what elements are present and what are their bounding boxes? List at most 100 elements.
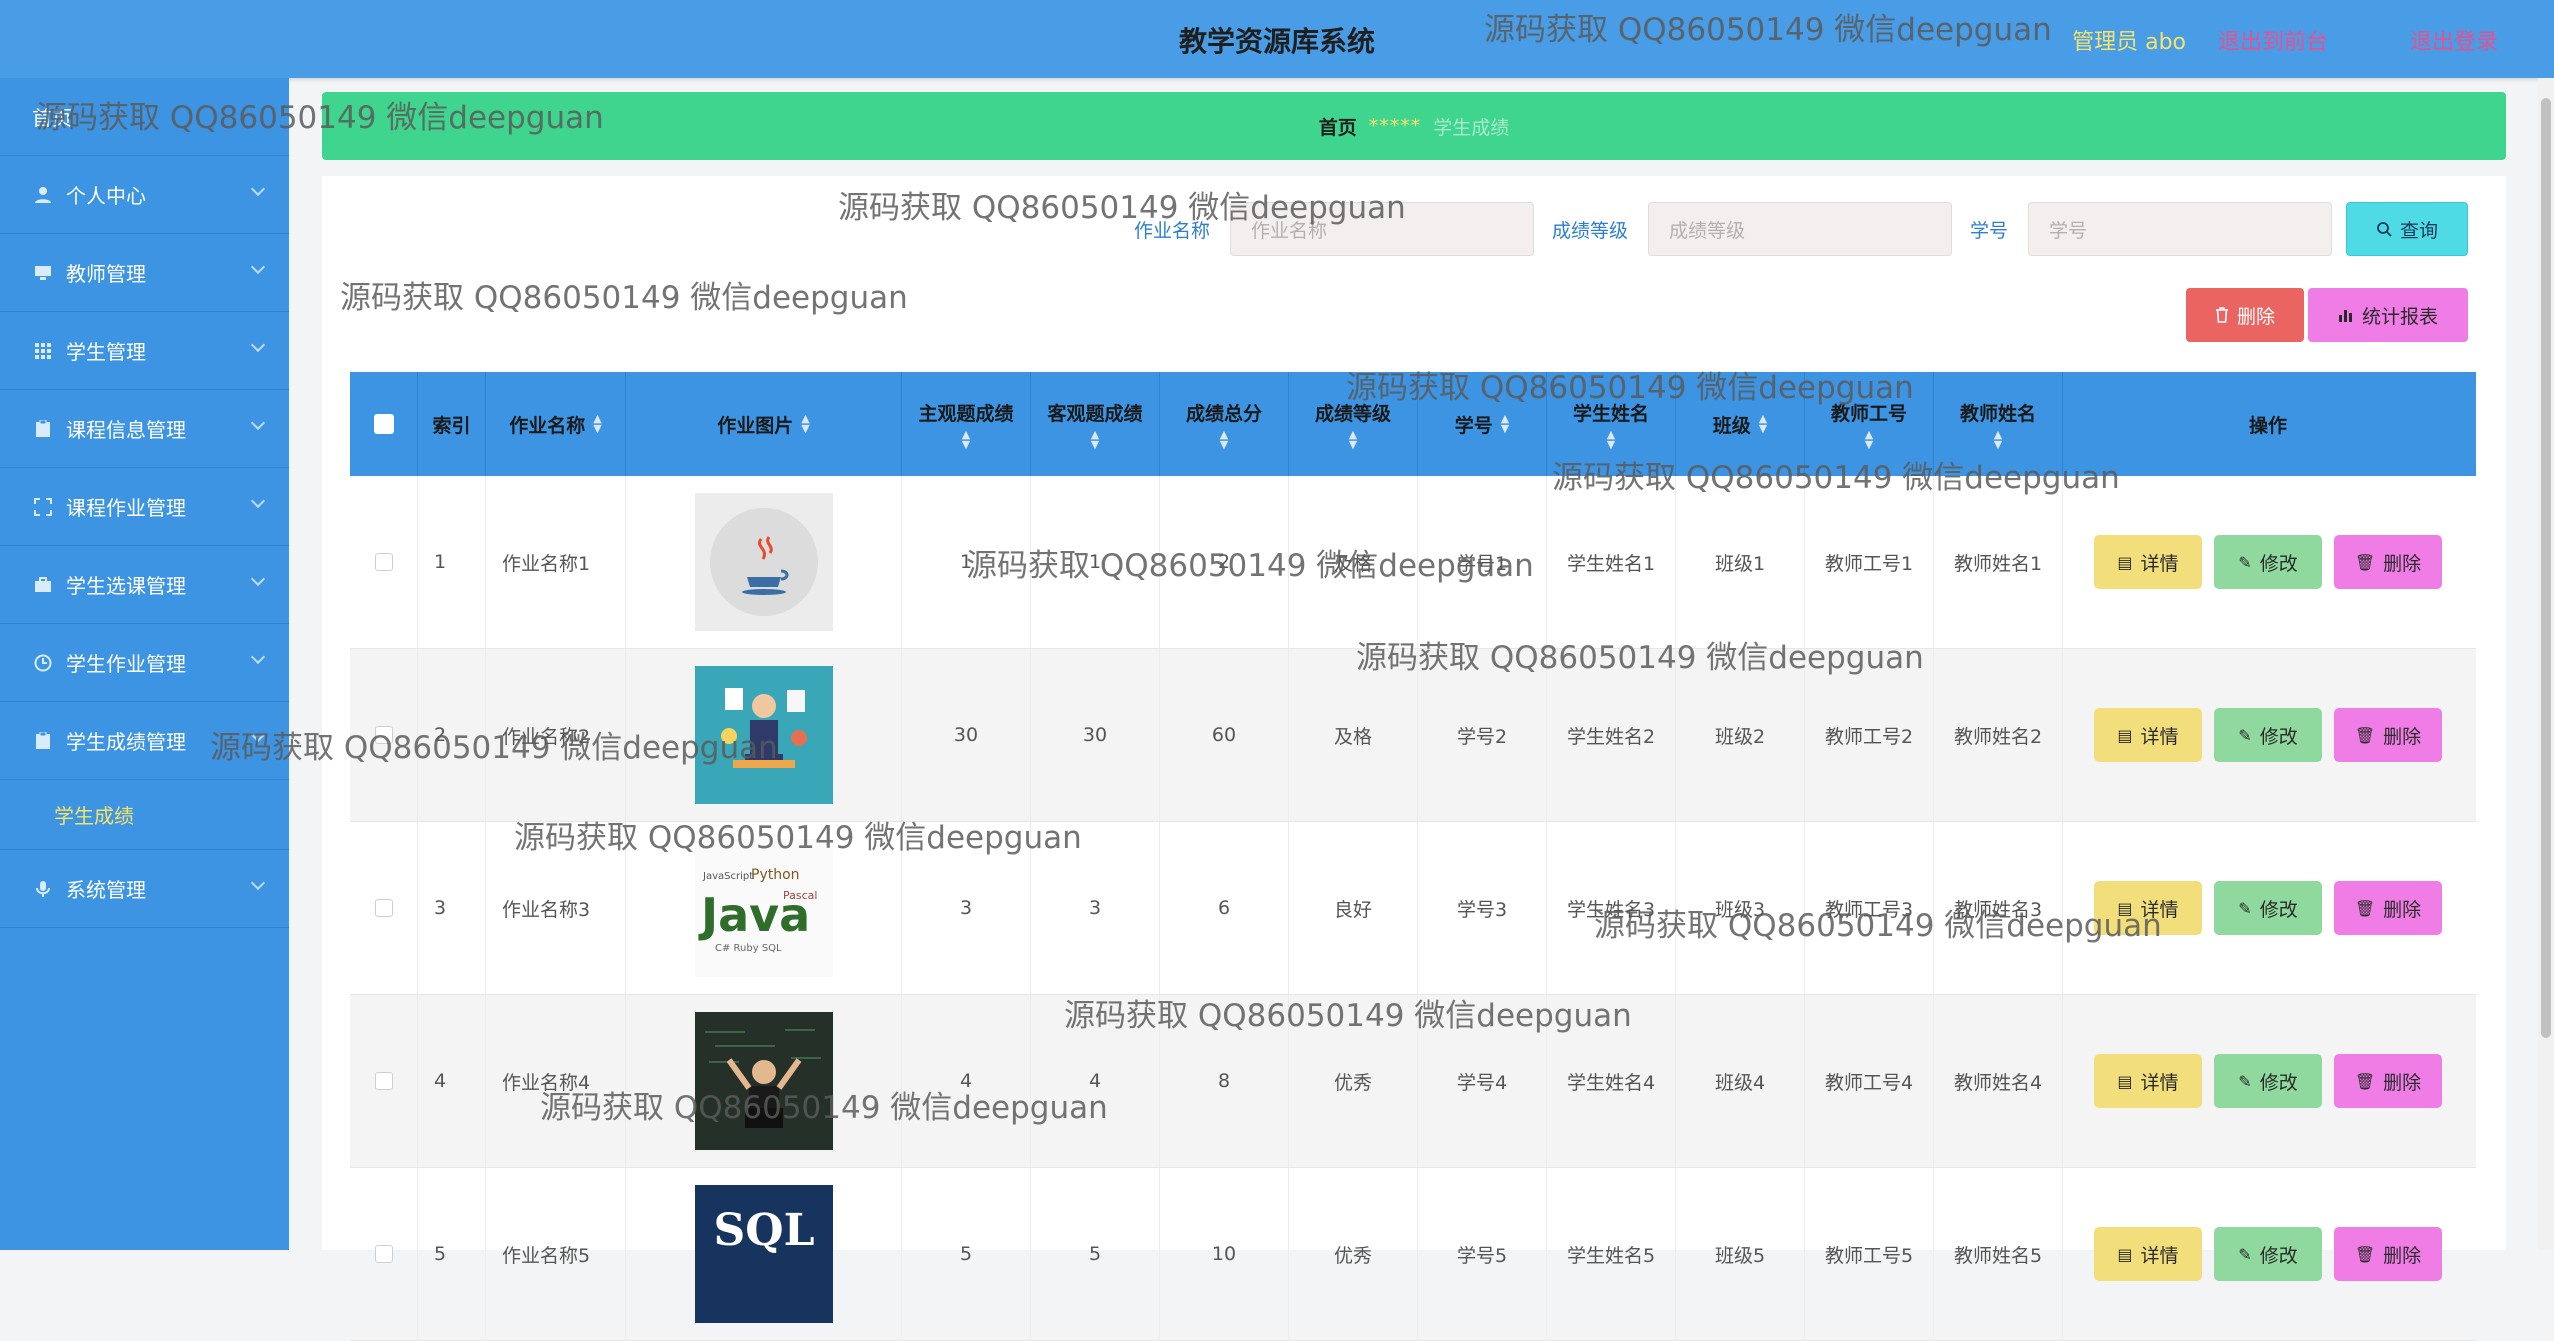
statistics-report-button[interactable]: 统计报表: [2308, 288, 2468, 342]
detail-button[interactable]: ▤ 详情: [2094, 535, 2202, 589]
column-header[interactable]: 成绩总分 ▲ ▼: [1160, 372, 1289, 476]
row-checkbox[interactable]: [374, 553, 393, 571]
column-header[interactable]: 主观题成绩 ▲ ▼: [902, 372, 1031, 476]
edit-button[interactable]: ✎ 修改: [2214, 1054, 2322, 1108]
sort-icon[interactable]: ▲ ▼: [1607, 429, 1615, 450]
sort-icon[interactable]: ▲ ▼: [1091, 429, 1099, 450]
scrollbar-thumb[interactable]: [2541, 98, 2551, 1038]
delete-button[interactable]: 🗑 删除: [2334, 535, 2442, 589]
table-body: 1 作业名称1 1 1 2 及格 学号1 学生姓名1 班级1 教师工号1 教师姓名1 ▤ 详情 ✎ 修改 🗑 删…: [350, 476, 2476, 1341]
admin-label: 管理员 abo: [2072, 30, 2186, 55]
query-button-label: 查询: [2399, 219, 2438, 242]
sort-icon[interactable]: ▲ ▼: [962, 429, 970, 450]
sort-icon[interactable]: ▲ ▼: [1220, 429, 1228, 450]
row-checkbox[interactable]: [374, 1245, 393, 1263]
sidebar-item-student-homework[interactable]: 学生作业管理: [0, 624, 289, 702]
column-header[interactable]: 成绩等级 ▲ ▼: [1289, 372, 1418, 476]
sort-icon[interactable]: ▲ ▼: [1349, 429, 1357, 450]
delete-button[interactable]: 🗑 删除: [2334, 881, 2442, 935]
sidebar: 首页 个人中心 教师管理 学生管理 课程信息管理 课程作业管理 学生选课管理 学…: [0, 78, 289, 1250]
delete-button[interactable]: 🗑 删除: [2334, 708, 2442, 762]
grade-level-input[interactable]: 成绩等级: [1647, 202, 1952, 256]
table-cell: 30: [1031, 649, 1160, 821]
sidebar-item-home[interactable]: 首页: [0, 78, 289, 156]
sidebar-item-label: 个人中心: [66, 184, 146, 208]
operations-cell: ▤ 详情 ✎ 修改 🗑 删除: [2063, 995, 2473, 1167]
sidebar-item-personal-center[interactable]: 个人中心: [0, 156, 289, 234]
sidebar-item-system[interactable]: 系统管理: [0, 850, 289, 928]
sort-icon[interactable]: ▲ ▼: [1865, 429, 1873, 450]
logout-link[interactable]: 退出登录: [2410, 24, 2498, 56]
homework-name-input[interactable]: 作业名称: [1229, 202, 1534, 256]
table-cell: 4: [1031, 995, 1160, 1167]
breadcrumb-current: 学生成绩: [1433, 116, 1510, 139]
vertical-scrollbar[interactable]: [2538, 78, 2554, 1250]
batch-delete-button[interactable]: 删除: [2186, 288, 2304, 342]
table-cell: 1: [902, 476, 1031, 648]
table-cell: 班级1: [1676, 476, 1805, 648]
edit-button[interactable]: ✎ 修改: [2214, 535, 2322, 589]
column-header[interactable]: 作业图片 ▲ ▼: [626, 372, 902, 476]
table-cell: 学生姓名5: [1547, 1168, 1676, 1340]
sidebar-item-student[interactable]: 学生管理: [0, 312, 289, 390]
delete-button[interactable]: 🗑 删除: [2334, 1054, 2442, 1108]
row-checkbox[interactable]: [374, 899, 393, 917]
sidebar-item-course-info[interactable]: 课程信息管理: [0, 390, 289, 468]
sort-icon[interactable]: ▲ ▼: [801, 413, 809, 434]
table-cell: 优秀: [1289, 995, 1418, 1167]
column-header[interactable]: 教师姓名 ▲ ▼: [1934, 372, 2063, 476]
row-checkbox[interactable]: [374, 726, 393, 744]
score-table: 索引 作业名称 ▲ ▼ 作业图片 ▲ ▼ 主观题成绩 ▲ ▼ 客观题成绩 ▲ ▼ 成绩总分 ▲ ▼ …: [350, 372, 2476, 1341]
bar-chart-icon: [2338, 310, 2352, 322]
delete-label: 删除: [2383, 898, 2422, 921]
table-cell: 及格: [1289, 476, 1418, 648]
student-id-input[interactable]: 学号: [2028, 202, 2332, 256]
sidebar-item-label: 学生作业管理: [66, 652, 186, 676]
exit-to-frontend-link[interactable]: 退出到前台: [2218, 24, 2328, 56]
detail-button[interactable]: ▤ 详情: [2094, 1054, 2202, 1108]
grid-icon: [32, 341, 54, 361]
sidebar-item-course-homework[interactable]: 课程作业管理: [0, 468, 289, 546]
svg-text:C# Ruby SQL: C# Ruby SQL: [715, 943, 782, 954]
sidebar-item-label: 系统管理: [66, 878, 146, 902]
detail-label: 详情: [2140, 725, 2179, 748]
homework-image: SQL: [694, 1185, 833, 1323]
column-header[interactable]: 教师工号 ▲ ▼: [1805, 372, 1934, 476]
detail-label: 详情: [2140, 1244, 2179, 1267]
edit-button[interactable]: ✎ 修改: [2214, 1227, 2322, 1281]
detail-button[interactable]: ▤ 详情: [2094, 881, 2202, 935]
select-all-checkbox[interactable]: [373, 414, 394, 434]
column-header[interactable]: 客观题成绩 ▲ ▼: [1031, 372, 1160, 476]
sort-icon[interactable]: ▲ ▼: [1759, 413, 1767, 434]
column-header[interactable]: 作业名称 ▲ ▼: [486, 372, 626, 476]
column-header[interactable]: 学号 ▲ ▼: [1418, 372, 1547, 476]
column-header[interactable]: 学生姓名 ▲ ▼: [1547, 372, 1676, 476]
sidebar-item-teacher[interactable]: 教师管理: [0, 234, 289, 312]
detail-button[interactable]: ▤ 详情: [2094, 1227, 2202, 1281]
sidebar-item-score-management[interactable]: 学生成绩管理: [0, 702, 289, 780]
edit-label: 修改: [2259, 552, 2298, 575]
edit-button[interactable]: ✎ 修改: [2214, 881, 2322, 935]
row-checkbox[interactable]: [374, 1072, 393, 1090]
detail-button[interactable]: ▤ 详情: [2094, 708, 2202, 762]
breadcrumb-home[interactable]: 首页: [1319, 113, 1357, 140]
sort-icon[interactable]: ▲ ▼: [593, 413, 601, 434]
table-row: 1 作业名称1 1 1 2 及格 学号1 学生姓名1 班级1 教师工号1 教师姓名1 ▤ 详情 ✎ 修改 🗑 删…: [350, 476, 2476, 649]
query-button[interactable]: 查询: [2346, 202, 2468, 256]
edit-button[interactable]: ✎ 修改: [2214, 708, 2322, 762]
sidebar-item-label: 课程作业管理: [66, 496, 186, 520]
sort-icon[interactable]: ▲ ▼: [1501, 413, 1509, 434]
microphone-icon: [32, 879, 54, 899]
sort-icon[interactable]: ▲ ▼: [1994, 429, 2002, 450]
sidebar-subitem-student-score[interactable]: 学生成绩: [0, 780, 289, 850]
table-cell: 学号5: [1418, 1168, 1547, 1340]
checkbox-cell: [350, 1168, 418, 1340]
pencil-icon: ✎: [2238, 1244, 2252, 1264]
delete-button[interactable]: 🗑 删除: [2334, 1227, 2442, 1281]
table-cell: 学号1: [1418, 476, 1547, 648]
column-header[interactable]: 班级 ▲ ▼: [1676, 372, 1805, 476]
table-cell: 学号2: [1418, 649, 1547, 821]
top-navbar: 教学资源库系统 管理员 abo 退出到前台 退出登录: [0, 0, 2554, 78]
chevron-down-icon: [250, 571, 266, 587]
sidebar-item-course-selection[interactable]: 学生选课管理: [0, 546, 289, 624]
